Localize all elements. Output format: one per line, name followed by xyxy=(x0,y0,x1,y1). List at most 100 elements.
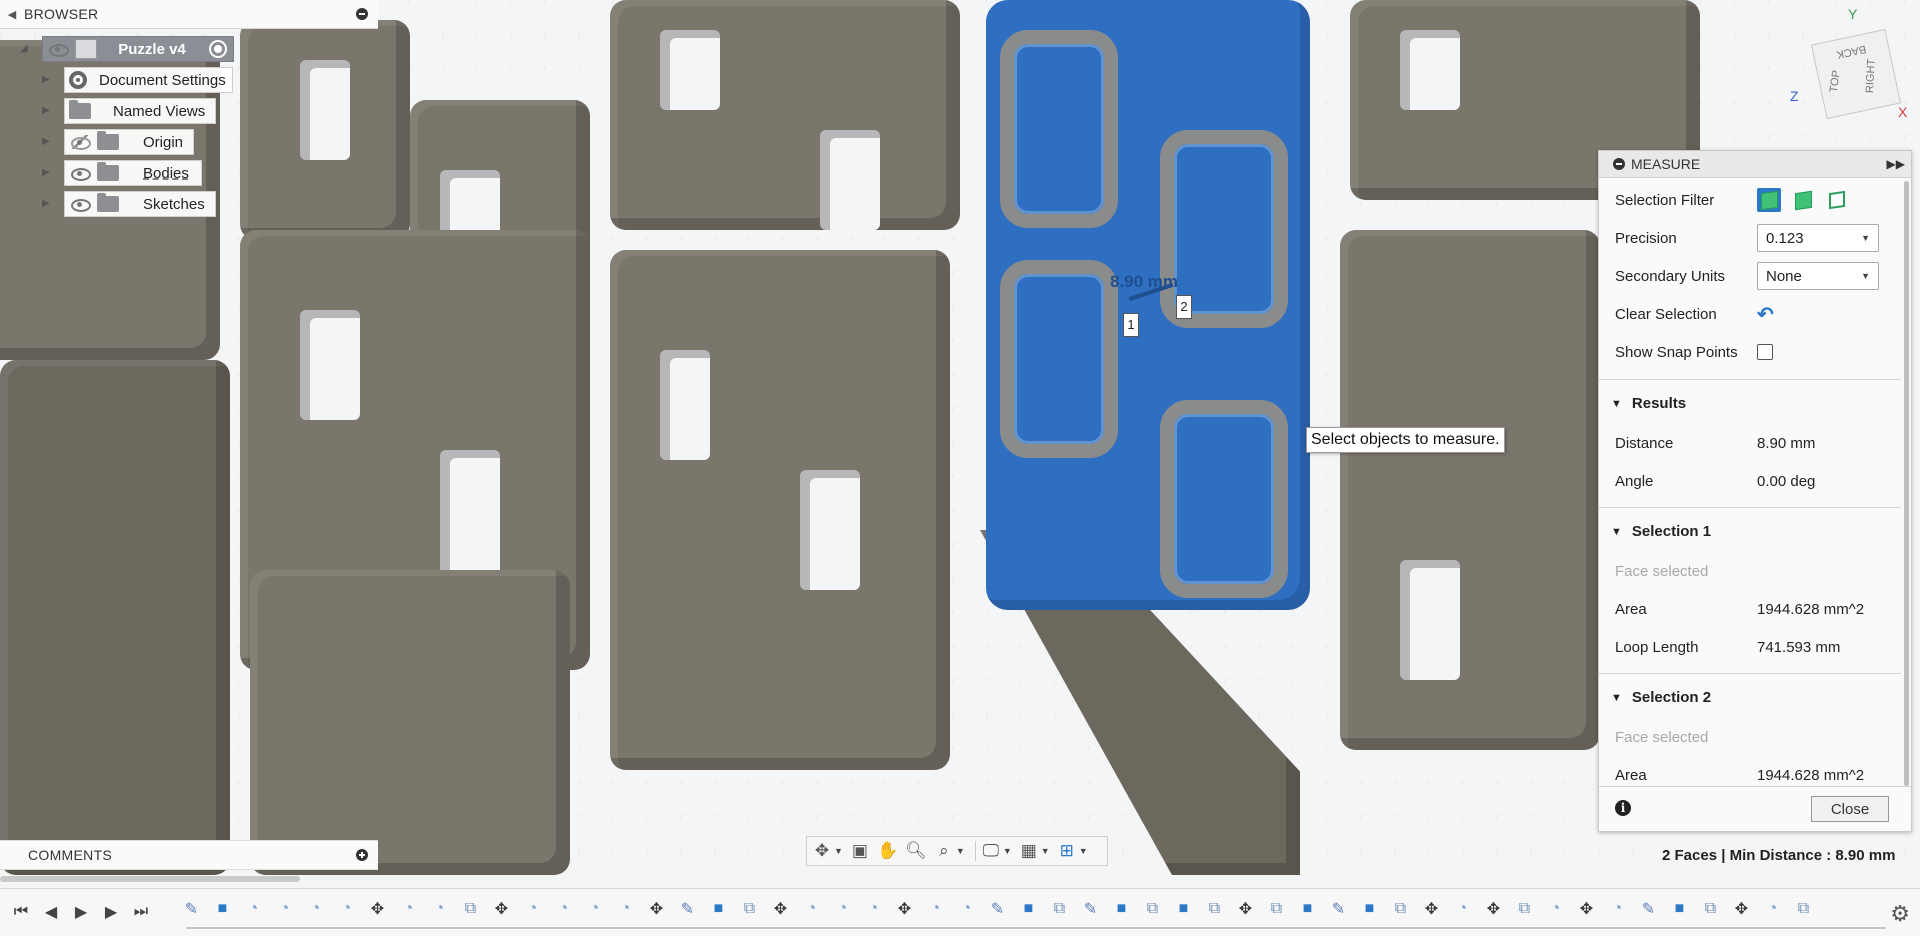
step-forward-icon[interactable]: ▶ xyxy=(96,901,126,923)
bodies-node[interactable]: Bodies xyxy=(64,160,202,186)
timeline-move-icon[interactable]: ✥ xyxy=(765,897,796,921)
timeline-fillet-icon[interactable]: ◔ xyxy=(300,897,331,921)
expand-triangle-icon[interactable]: ▶ xyxy=(42,167,50,178)
timeline-move-icon[interactable]: ✥ xyxy=(1726,897,1757,921)
timeline-extrude-icon[interactable]: ■ xyxy=(1292,897,1323,921)
timeline-extrude-icon[interactable]: ■ xyxy=(1106,897,1137,921)
collapse-measure-button[interactable] xyxy=(1613,158,1625,170)
selection1-section-header[interactable]: ▼ Selection 1 xyxy=(1611,523,1711,540)
timeline-sketch-icon[interactable]: ✎ xyxy=(176,897,207,921)
step-back-icon[interactable]: ◀ xyxy=(36,901,66,923)
fit-button[interactable]: ⌕ ▼ xyxy=(933,841,965,861)
timeline-scroll-track[interactable] xyxy=(186,927,1886,929)
timeline-fillet-icon[interactable]: ◔ xyxy=(424,897,455,921)
browser-item-root[interactable]: ◢ Puzzle v4 xyxy=(18,36,234,62)
close-button[interactable]: Close xyxy=(1811,796,1889,822)
timeline-combine-icon[interactable]: ⧉ xyxy=(1385,897,1416,921)
clear-selection-undo-icon[interactable]: ↶ xyxy=(1757,302,1774,327)
play-icon[interactable]: ▶ xyxy=(66,901,96,923)
timeline-extrude-icon[interactable]: ■ xyxy=(1664,897,1695,921)
timeline-combine-icon[interactable]: ⧉ xyxy=(1137,897,1168,921)
puzzle-body[interactable] xyxy=(610,250,950,770)
origin-node[interactable]: Origin xyxy=(64,129,195,155)
timeline-move-icon[interactable]: ✥ xyxy=(486,897,517,921)
puzzle-body[interactable] xyxy=(250,570,570,875)
expand-triangle-icon[interactable]: ◢ xyxy=(20,43,28,54)
browser-item-origin[interactable]: ▶ Origin xyxy=(40,129,195,155)
timeline-sketch-icon[interactable]: ✎ xyxy=(1633,897,1664,921)
browser-item-document-settings[interactable]: ▶ Document Settings xyxy=(40,67,233,93)
timeline-sketch-icon[interactable]: ✎ xyxy=(1323,897,1354,921)
puzzle-body[interactable] xyxy=(1340,230,1600,750)
view-cube-right-face[interactable]: RIGHT xyxy=(1864,59,1878,94)
timeline-fillet-icon[interactable]: ◔ xyxy=(548,897,579,921)
view-cube-top-face[interactable]: TOP xyxy=(1828,70,1843,94)
timeline-fillet-icon[interactable]: ◔ xyxy=(1757,897,1788,921)
timeline-fillet-icon[interactable]: ◔ xyxy=(579,897,610,921)
timeline-move-icon[interactable]: ✥ xyxy=(1230,897,1261,921)
expand-triangle-icon[interactable]: ▶ xyxy=(42,198,50,209)
timeline-extrude-icon[interactable]: ■ xyxy=(207,897,238,921)
timeline-fillet-icon[interactable]: ◔ xyxy=(1447,897,1478,921)
timeline-extrude-icon[interactable]: ■ xyxy=(1354,897,1385,921)
timeline-fillet-icon[interactable]: ◔ xyxy=(920,897,951,921)
timeline-combine-icon[interactable]: ⧉ xyxy=(1261,897,1292,921)
timeline-sketch-icon[interactable]: ✎ xyxy=(982,897,1013,921)
timeline-fillet-icon[interactable]: ◔ xyxy=(796,897,827,921)
sketches-node[interactable]: Sketches xyxy=(64,191,216,217)
timeline-fillet-icon[interactable]: ◔ xyxy=(827,897,858,921)
expand-dialog-icon[interactable]: ▶▶ xyxy=(1887,157,1905,171)
timeline-fillet-icon[interactable]: ◔ xyxy=(1540,897,1571,921)
timeline-extrude-icon[interactable]: ■ xyxy=(703,897,734,921)
timeline-fillet-icon[interactable]: ◔ xyxy=(951,897,982,921)
timeline-fillet-icon[interactable]: ◔ xyxy=(238,897,269,921)
grid-settings-button[interactable]: ▦ ▼ xyxy=(1018,841,1050,861)
activate-radio-icon[interactable] xyxy=(209,40,227,58)
timeline-move-icon[interactable]: ✥ xyxy=(1416,897,1447,921)
timeline-sketch-icon[interactable]: ✎ xyxy=(1075,897,1106,921)
visibility-eye-icon[interactable] xyxy=(69,166,91,181)
show-snap-points-checkbox[interactable] xyxy=(1757,344,1773,360)
hidden-eye-icon[interactable] xyxy=(69,135,91,150)
timeline-fillet-icon[interactable]: ◔ xyxy=(393,897,424,921)
visibility-eye-icon[interactable] xyxy=(69,197,91,212)
minimize-browser-button[interactable] xyxy=(356,8,368,20)
browser-panel-header[interactable]: ◀ BROWSER xyxy=(0,0,378,29)
orbit-button[interactable]: ✥ ▼ xyxy=(811,841,843,861)
browser-item-named-views[interactable]: ▶ Named Views xyxy=(40,98,217,124)
timeline-move-icon[interactable]: ✥ xyxy=(889,897,920,921)
timeline-extrude-icon[interactable]: ■ xyxy=(1013,897,1044,921)
collapse-panel-icon[interactable]: ◀ xyxy=(0,8,24,21)
timeline-combine-icon[interactable]: ⧉ xyxy=(455,897,486,921)
timeline-move-icon[interactable]: ✥ xyxy=(362,897,393,921)
visibility-eye-icon[interactable] xyxy=(47,42,69,57)
pan-button[interactable]: ✋ xyxy=(877,841,899,861)
selection2-section-header[interactable]: ▼ Selection 2 xyxy=(1611,689,1711,706)
timeline-combine-icon[interactable]: ⧉ xyxy=(1788,897,1819,921)
go-to-start-icon[interactable]: ⏮ xyxy=(6,901,36,923)
look-at-button[interactable]: ▣ xyxy=(849,841,871,861)
measure-dialog-header[interactable]: MEASURE ▶▶ xyxy=(1599,151,1911,178)
go-to-end-icon[interactable]: ⏭ xyxy=(126,901,156,923)
zoom-button[interactable]: 🔍︎ xyxy=(905,841,927,861)
viewports-button[interactable]: ⊞ ▼ xyxy=(1056,841,1088,861)
timeline-track[interactable]: ✎ ■ ◔ ◔ ◔ ◔ ✥ ◔ ◔ ⧉ ✥ ◔ ◔ ◔ ◔ ✥ ✎ ■ ⧉ ✥ … xyxy=(176,897,1896,921)
add-comment-button[interactable] xyxy=(356,849,368,861)
view-cube-box[interactable]: BACK TOP RIGHT xyxy=(1810,28,1902,120)
timeline-fillet-icon[interactable]: ◔ xyxy=(1602,897,1633,921)
named-views-node[interactable]: Named Views xyxy=(64,98,217,124)
timeline-fillet-icon[interactable]: ◔ xyxy=(610,897,641,921)
secondary-units-dropdown[interactable]: None ▼ xyxy=(1757,262,1879,290)
timeline-extrude-icon[interactable]: ■ xyxy=(1168,897,1199,921)
timeline-combine-icon[interactable]: ⧉ xyxy=(1199,897,1230,921)
browser-item-bodies[interactable]: ▶ Bodies xyxy=(40,160,202,186)
view-cube-back-face[interactable]: BACK xyxy=(1835,43,1867,61)
timeline-sketch-icon[interactable]: ✎ xyxy=(672,897,703,921)
timeline-fillet-icon[interactable]: ◔ xyxy=(331,897,362,921)
timeline-fillet-icon[interactable]: ◔ xyxy=(858,897,889,921)
view-cube[interactable]: BACK TOP RIGHT Y Z X xyxy=(1790,6,1918,130)
puzzle-body[interactable] xyxy=(0,360,230,875)
expand-triangle-icon[interactable]: ▶ xyxy=(42,105,50,116)
comments-panel-header[interactable]: COMMENTS xyxy=(0,840,378,870)
expand-triangle-icon[interactable]: ▶ xyxy=(42,74,50,85)
